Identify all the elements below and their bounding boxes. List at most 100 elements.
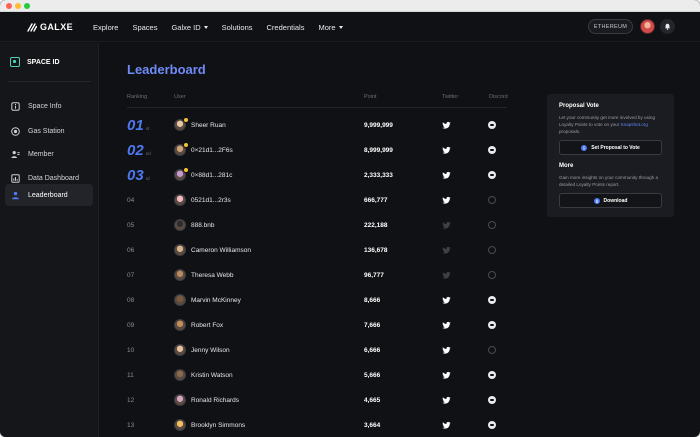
discord-icon[interactable] xyxy=(488,146,496,154)
more-description: Gain more insights on your community thr… xyxy=(559,175,659,187)
user-name[interactable]: Robert Fox xyxy=(191,313,223,338)
bell-icon xyxy=(664,23,671,30)
rank-number: 02 xyxy=(127,142,144,159)
rank-number: 06 xyxy=(127,247,135,254)
sidebar-item-label: Data Dashboard xyxy=(28,174,79,182)
table-row: 09 Robert Fox 7,666 xyxy=(99,313,519,338)
points-value: 8,999,999 xyxy=(364,147,393,154)
table-row: 03rd 0×88d1...281c 2,333,333 xyxy=(99,163,519,188)
chevron-down-icon xyxy=(203,25,208,29)
user-name[interactable]: Cameron Williamson xyxy=(191,238,251,263)
discord-icon[interactable] xyxy=(488,121,496,129)
nav-link-more[interactable]: More xyxy=(318,23,343,32)
table-row: 08 Marvin McKinney 8,666 xyxy=(99,288,519,313)
avatar[interactable] xyxy=(174,194,186,206)
points-value: 222,188 xyxy=(364,222,388,229)
nav-link-solutions[interactable]: Solutions xyxy=(222,23,253,32)
sidebar-item-label: Gas Station xyxy=(28,127,65,135)
nav-link-explore[interactable]: Explore xyxy=(93,23,118,32)
nav-link-credentials[interactable]: Credentials xyxy=(267,23,305,32)
snapshot-link[interactable]: Snapshot.org xyxy=(621,122,648,127)
user-avatar[interactable] xyxy=(640,19,655,34)
discord-icon xyxy=(488,196,496,204)
twitter-icon[interactable] xyxy=(442,171,451,180)
avatar[interactable] xyxy=(174,219,186,231)
column-header-user: User xyxy=(174,94,186,100)
avatar[interactable] xyxy=(174,344,186,356)
rank-number: 12 xyxy=(127,397,135,404)
discord-icon[interactable] xyxy=(488,371,496,379)
points-value: 4,665 xyxy=(364,397,381,404)
table-row: 01st Sheer Ruan 9,999,999 xyxy=(99,113,519,138)
nav-link-spaces[interactable]: Spaces xyxy=(132,23,157,32)
nav-link-galxe-id[interactable]: Galxe ID xyxy=(171,23,208,32)
discord-icon[interactable] xyxy=(488,171,496,179)
user-name[interactable]: 0×88d1...281c xyxy=(191,163,232,188)
points-value: 2,333,333 xyxy=(364,172,393,179)
verified-badge-icon xyxy=(183,167,189,173)
twitter-icon[interactable] xyxy=(442,371,451,380)
set-proposal-button-label: Set Proposal to Vote xyxy=(591,144,640,151)
avatar[interactable] xyxy=(174,269,186,281)
download-button[interactable]: Download xyxy=(559,193,662,208)
user-name[interactable]: 0×21d1...2F6s xyxy=(191,138,233,163)
discord-icon[interactable] xyxy=(488,396,496,404)
rank-value: 01st xyxy=(127,113,149,138)
user-name[interactable]: Theresa Webb xyxy=(191,263,234,288)
sidebar-item-gas-station[interactable]: Gas Station xyxy=(5,120,93,142)
discord-icon xyxy=(488,346,496,354)
avatar[interactable] xyxy=(174,244,186,256)
notifications-button[interactable] xyxy=(660,19,675,34)
dashboard-icon xyxy=(11,173,20,183)
rank-suffix: rd xyxy=(145,175,150,181)
close-window-button[interactable] xyxy=(6,3,12,9)
avatar[interactable] xyxy=(174,294,186,306)
main-content: Leaderboard Ranking User Point Twitter D… xyxy=(99,43,700,437)
avatar[interactable] xyxy=(174,394,186,406)
rank-value: 08 xyxy=(127,288,134,313)
discord-icon[interactable] xyxy=(488,421,496,429)
sidebar-item-space-info[interactable]: Space Info xyxy=(5,95,93,117)
maximize-window-button[interactable] xyxy=(24,3,30,9)
discord-icon[interactable] xyxy=(488,321,496,329)
avatar[interactable] xyxy=(174,319,186,331)
nav-links: Explore Spaces Galxe ID Solutions Credential… xyxy=(93,12,357,42)
galxe-logo[interactable]: GALXE xyxy=(27,21,73,33)
twitter-icon[interactable] xyxy=(442,121,451,130)
column-header-ranking: Ranking xyxy=(127,94,148,100)
discord-icon[interactable] xyxy=(488,296,496,304)
nav-link-label: Solutions xyxy=(221,22,253,32)
rank-number: 07 xyxy=(127,272,135,279)
twitter-icon[interactable] xyxy=(442,421,451,430)
space-header[interactable]: SPACE ID xyxy=(10,57,60,67)
minimize-window-button[interactable] xyxy=(15,3,21,9)
sidebar: SPACE ID Space Info Gas Station Member Data… xyxy=(0,43,99,437)
sidebar-item-label: Leaderboard xyxy=(28,191,68,199)
twitter-icon[interactable] xyxy=(442,346,451,355)
user-name[interactable]: 0521d1...2r3s xyxy=(191,188,231,213)
rank-value: 07 xyxy=(127,263,134,288)
user-name[interactable]: Marvin McKinney xyxy=(191,288,241,313)
avatar[interactable] xyxy=(174,369,186,381)
sidebar-item-member[interactable]: Member xyxy=(5,143,93,165)
user-name[interactable]: 888.bnb xyxy=(191,213,215,238)
network-selector[interactable]: ETHEREUM xyxy=(588,19,633,34)
user-name[interactable]: Sheer Ruan xyxy=(191,113,226,138)
twitter-icon[interactable] xyxy=(442,296,451,305)
twitter-icon[interactable] xyxy=(442,196,451,205)
sidebar-item-leaderboard[interactable]: Leaderboard xyxy=(5,184,93,206)
twitter-icon[interactable] xyxy=(442,396,451,405)
table-row: 06 Cameron Williamson 136,678 xyxy=(99,238,519,263)
user-name[interactable]: Jenny Wilson xyxy=(191,338,230,363)
rank-number: 09 xyxy=(127,322,135,329)
brand-name: GALXE xyxy=(40,22,74,32)
avatar[interactable] xyxy=(174,419,186,431)
rank-value: 02nd xyxy=(127,138,151,163)
twitter-icon[interactable] xyxy=(442,321,451,330)
set-proposal-to-vote-button[interactable]: Set Proposal to Vote xyxy=(559,140,662,155)
sidebar-item-label: Space Info xyxy=(28,102,62,110)
user-name[interactable]: Kristin Watson xyxy=(191,363,233,388)
twitter-icon[interactable] xyxy=(442,146,451,155)
user-name[interactable]: Brooklyn Simmons xyxy=(191,413,245,437)
user-name[interactable]: Ronald Richards xyxy=(191,388,239,413)
